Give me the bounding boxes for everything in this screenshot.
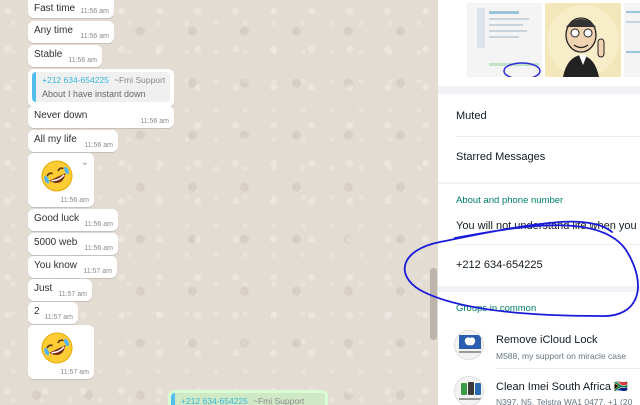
message-text: Any time	[34, 25, 73, 36]
quoted-message[interactable]: +212 634-654225 ~Fmi Support	[171, 393, 325, 405]
message-bubble[interactable]: Stable 11:56 am	[28, 45, 102, 67]
message-bubble[interactable]: Fast time 11:56 am	[28, 0, 114, 18]
media-card	[438, 0, 640, 86]
phone-number[interactable]: +212 634-654225	[456, 259, 543, 271]
groups-card: Groups in common Remove iCloud Lock M588…	[438, 292, 640, 405]
muted-row[interactable]: Muted	[456, 110, 487, 122]
group-subtitle: M588, my support on miracle case	[496, 351, 626, 361]
message-time: 11:57 am	[83, 268, 112, 275]
group-name: Remove iCloud Lock	[496, 334, 598, 346]
media-thumbnail-cartoon[interactable]	[545, 3, 621, 77]
message-text: You know	[34, 260, 77, 271]
starred-messages-row[interactable]: Starred Messages	[456, 151, 545, 163]
media-thumbnail-screenshot[interactable]	[467, 3, 542, 77]
message-text: Just	[34, 283, 53, 294]
divider	[496, 368, 640, 369]
rolling-laughing-emoji-icon	[41, 332, 73, 364]
group-avatar-apple-icon	[454, 330, 484, 360]
group-item[interactable]: Clean Imei South Africa 🇿🇦 N397, N5, Tel…	[438, 370, 640, 405]
message-bubble[interactable]: You know 11:57 am	[28, 256, 117, 278]
message-text: 5000 web	[34, 237, 78, 248]
chat-pane: Fast time 11:56 am Any time 11:56 am Sta…	[0, 0, 438, 405]
message-bubble[interactable]: Good luck 11:56 am	[28, 209, 118, 231]
message-text: Never down	[34, 110, 88, 121]
message-text: Stable	[34, 49, 63, 60]
group-name: Clean Imei South Africa 🇿🇦	[496, 381, 628, 393]
message-time: 11:57 am	[58, 291, 87, 298]
message-bubble[interactable]: All my life 11:56 am	[28, 130, 118, 152]
quoted-sender-number: +212 634-654225	[181, 396, 248, 405]
message-time: 11:56 am	[84, 142, 113, 149]
media-thumbnail-partial[interactable]	[624, 3, 640, 77]
message-time: 11:56 am	[80, 33, 109, 40]
message-time: 11:57 am	[44, 314, 73, 321]
message-time: 11:56 am	[140, 118, 169, 125]
quoted-sender-number: +212 634-654225	[42, 75, 109, 85]
about-text: You will not understand life when you	[456, 220, 637, 232]
partial-thumbnail-icon	[624, 3, 640, 77]
group-subtitle: N397, N5, Telstra WA1 0477, +1 (20	[496, 397, 633, 405]
message-time: 11:56 am	[84, 221, 113, 228]
groups-section-label: Groups in common	[456, 303, 537, 314]
quoted-message[interactable]: +212 634-654225 ~Fmi Support About I hav…	[32, 72, 170, 102]
chat-scrollbar[interactable]	[430, 268, 437, 340]
message-bubble[interactable]: 2 11:57 am	[28, 302, 78, 324]
quoted-sender-name: ~Fmi Support	[114, 75, 166, 85]
message-text: All my life	[34, 134, 77, 145]
settings-card: Muted Starred Messages	[438, 94, 640, 182]
message-text: Good luck	[34, 213, 80, 224]
message-bubble[interactable]: Any time 11:56 am	[28, 21, 114, 43]
message-bubble[interactable]: 5000 web 11:56 am	[28, 233, 118, 255]
cartoon-image-icon	[545, 3, 621, 77]
divider	[456, 244, 640, 245]
message-text: Fast time	[34, 3, 76, 14]
group-item[interactable]: Remove iCloud Lock M588, my support on m…	[438, 322, 640, 364]
about-card: About and phone number You will not unde…	[438, 184, 640, 286]
rolling-laughing-emoji-icon	[41, 160, 73, 192]
reply-message-bubble[interactable]: +212 634-654225 ~Fmi Support About I hav…	[28, 69, 174, 107]
message-time: 11:56 am	[80, 8, 109, 15]
contact-info-pane: Muted Starred Messages About and phone n…	[438, 0, 640, 405]
message-text: 2	[34, 306, 40, 317]
screenshot-thumbnail-icon	[467, 3, 542, 77]
message-bubble[interactable]: Never down 11:56 am	[28, 106, 174, 128]
quoted-text: About I have instant down	[42, 89, 146, 99]
quoted-sender-name: ~Fmi Support	[253, 396, 305, 405]
chevron-down-icon[interactable]: ⌄	[81, 157, 89, 168]
emoji-message-bubble[interactable]: ⌄ 11:56 am	[28, 153, 94, 207]
message-time: 11:56 am	[68, 57, 97, 64]
message-time: 11:57 am	[60, 369, 89, 376]
divider	[456, 136, 640, 137]
message-bubble[interactable]: Just 11:57 am	[28, 279, 92, 301]
message-time: 11:56 am	[84, 245, 113, 252]
group-avatar-phone-icon	[454, 376, 484, 405]
outgoing-reply-bubble[interactable]: +212 634-654225 ~Fmi Support	[168, 390, 328, 405]
about-section-label: About and phone number	[456, 195, 564, 206]
message-time: 11:56 am	[60, 197, 89, 204]
emoji-message-bubble[interactable]: 11:57 am	[28, 325, 94, 379]
